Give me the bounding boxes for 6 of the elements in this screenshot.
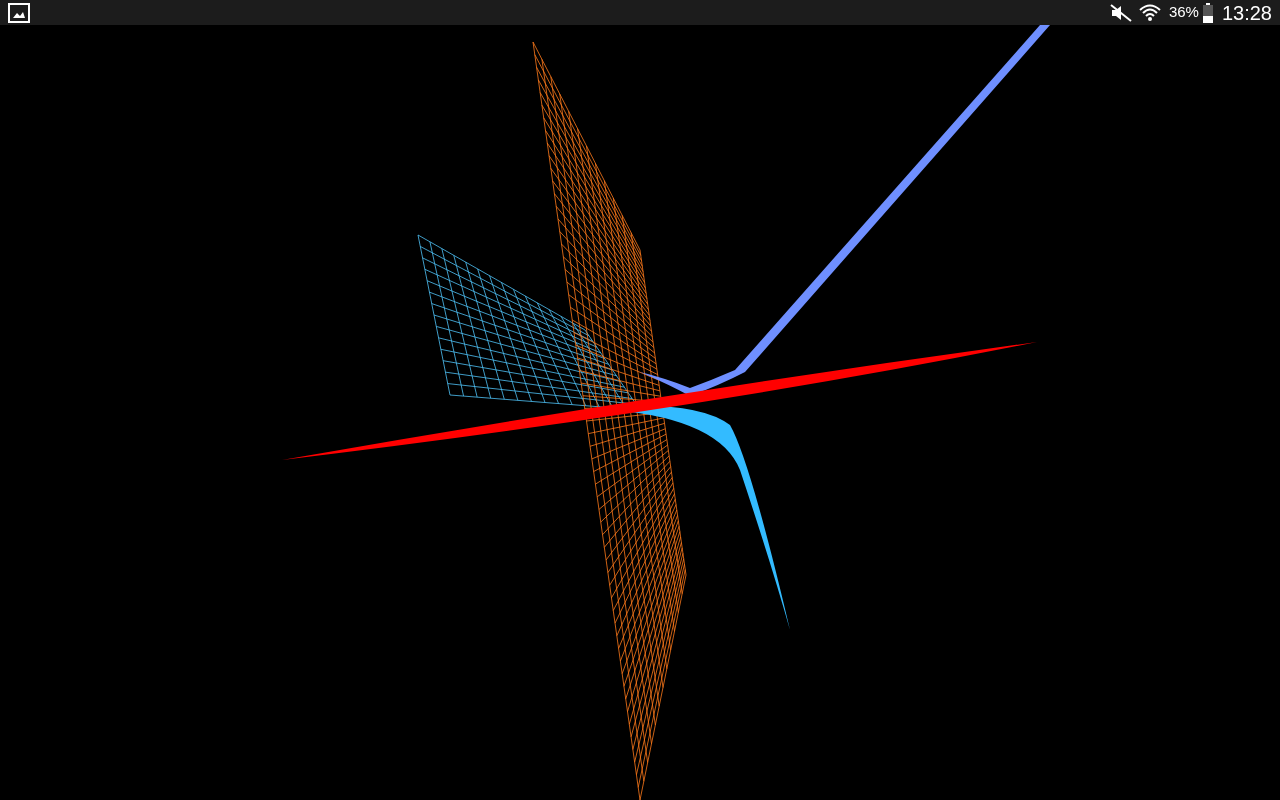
clock-time: 13:28 xyxy=(1221,0,1272,26)
battery-icon xyxy=(1201,2,1214,23)
battery-percentage: 36% xyxy=(1168,2,1199,23)
image-icon xyxy=(8,2,30,23)
mute-icon xyxy=(1108,2,1133,23)
wifi-icon xyxy=(1138,2,1161,23)
